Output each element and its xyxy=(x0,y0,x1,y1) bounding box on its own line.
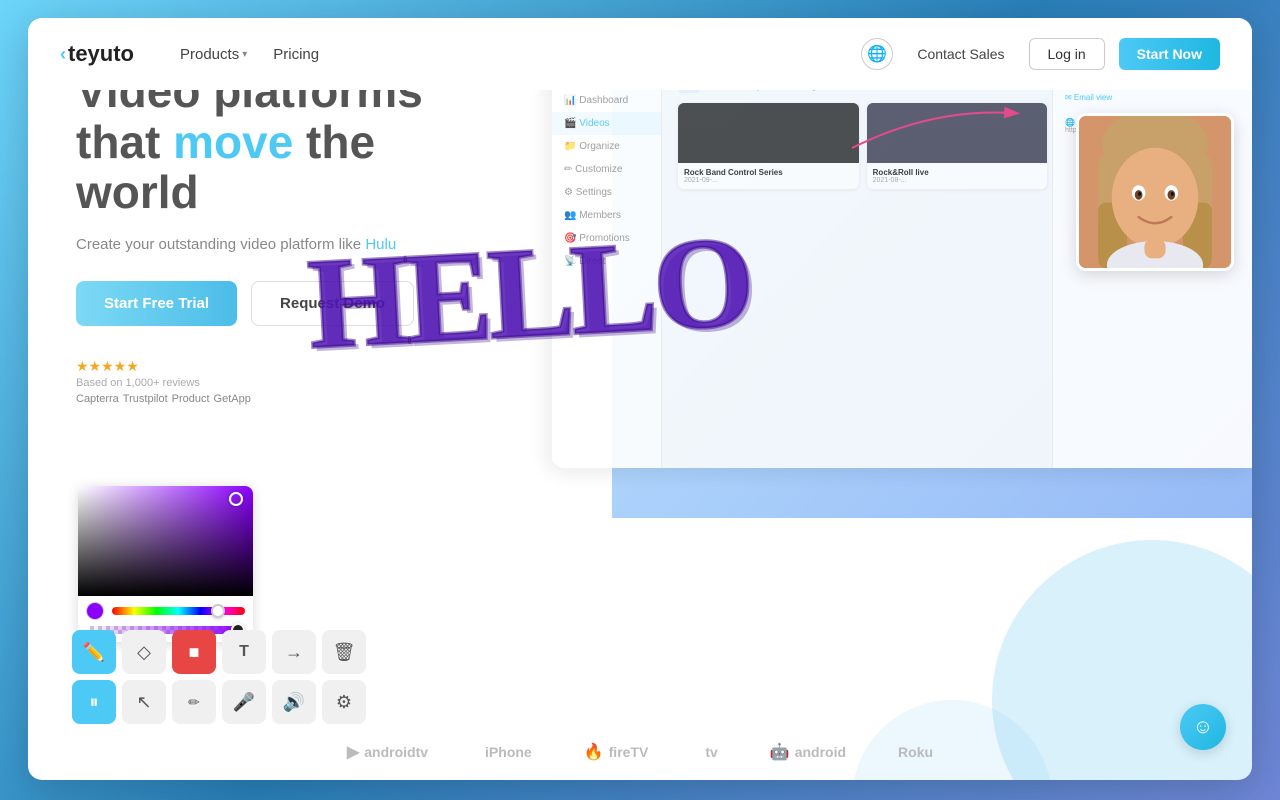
nav-products[interactable]: Products ▾ xyxy=(170,40,257,69)
dash-menu-organize: 📁 Organize xyxy=(552,135,661,158)
appletv-label: tv xyxy=(705,744,717,760)
brand-iphone: iPhone xyxy=(480,744,532,760)
nav-right: 🌐 Contact Sales Log in Start Now xyxy=(861,38,1220,70)
dash-card-sub-1: 2021-09-... xyxy=(684,177,853,184)
capterra-label: Capterra xyxy=(76,393,119,405)
globe-icon: 🌐 xyxy=(867,44,887,64)
brand-android: 🤖 android xyxy=(770,742,846,762)
request-demo-button[interactable]: Request Demo xyxy=(251,281,414,326)
pricing-label: Pricing xyxy=(273,46,319,63)
rating-base: Based on 1,000+ reviews xyxy=(76,377,251,389)
arrow-tool-button[interactable]: → xyxy=(272,630,316,674)
color-picker-dot[interactable] xyxy=(229,492,243,506)
dash-menu-dashboard: 📊 Dashboard xyxy=(552,89,661,112)
producthunt-label: Product xyxy=(172,393,210,405)
brand-androidtv: ▶ androidtv xyxy=(347,742,428,762)
toolbar: ✏️ ◇ ■ T → 🗑 ⏸ ↖ ✏ 🎤 🔊 ⚙ xyxy=(72,630,366,724)
title-the: the xyxy=(293,116,375,168)
delete-tool-button[interactable]: 🗑 xyxy=(322,630,366,674)
getapp-label: GetApp xyxy=(214,393,251,405)
brand-firetv: 🔥 fireTV xyxy=(584,742,649,762)
chat-bubble-button[interactable]: ☺ xyxy=(1180,704,1226,750)
nav-links: Products ▾ Pricing xyxy=(170,40,861,69)
dash-card-sub-2: 2021-08-... xyxy=(873,177,1042,184)
dash-card-1: Rock Band Control Series 2021-09-... xyxy=(678,103,859,189)
contact-sales-link[interactable]: Contact Sales xyxy=(907,40,1014,68)
products-label: Products xyxy=(180,46,239,63)
chevron-down-icon: ▾ xyxy=(242,49,247,60)
stars: ★★★★★ xyxy=(76,358,251,375)
hero-buttons: Start Free Trial Request Demo xyxy=(76,281,508,326)
dash-menu-direct: 📡 Direct xyxy=(552,250,661,273)
color-swatch[interactable] xyxy=(86,602,104,620)
firetv-icon: 🔥 xyxy=(584,742,604,762)
dash-menu-promotions: 🎯 Promotions xyxy=(552,227,661,250)
avatar-box xyxy=(1076,113,1234,271)
dash-card-info-1: Rock Band Control Series 2021-09-... xyxy=(678,163,859,189)
pen-tool-button[interactable]: ✏️ xyxy=(72,630,116,674)
subtitle-text: Create your outstanding video platform l… xyxy=(76,236,365,253)
dash-thumb-1 xyxy=(678,103,859,163)
androidtv-icon: ▶ xyxy=(347,742,359,762)
color-fill-button[interactable]: ■ xyxy=(172,630,216,674)
dash-menu-customize: ✏ Customize xyxy=(552,158,661,181)
brand-roku: Roku xyxy=(898,744,933,760)
footer-brands: ▶ androidtv iPhone 🔥 fireTV tv 🤖 android… xyxy=(28,742,1252,762)
color-hue-bar xyxy=(78,596,253,624)
eraser-tool-button[interactable]: ◇ xyxy=(122,630,166,674)
brand-appletv: tv xyxy=(700,744,717,760)
pause-button[interactable]: ⏸ xyxy=(72,680,116,724)
color-picker xyxy=(78,486,253,642)
hue-slider[interactable] xyxy=(112,607,245,615)
hulu-text: Hulu xyxy=(365,236,396,253)
trustpilot-label: Trustpilot xyxy=(123,393,168,405)
ratings-section: ★★★★★ Based on 1,000+ reviews Capterra T… xyxy=(76,358,508,405)
main-window: ‹ teyuto Products ▾ Pricing 🌐 Contact Sa… xyxy=(28,18,1252,780)
avatar-face xyxy=(1079,116,1231,268)
toolbar-row-1: ✏️ ◇ ■ T → 🗑 xyxy=(72,630,366,674)
title-move: move xyxy=(173,116,293,168)
toolbar-row-2: ⏸ ↖ ✏ 🎤 🔊 ⚙ xyxy=(72,680,366,724)
draw-tool-button[interactable]: ✏ xyxy=(172,680,216,724)
avatar-svg xyxy=(1079,116,1231,268)
globe-button[interactable]: 🌐 xyxy=(861,38,893,70)
nav-pricing[interactable]: Pricing xyxy=(263,40,329,69)
dash-menu-settings: ⚙ Settings xyxy=(552,181,661,204)
firetv-label: fireTV xyxy=(609,744,649,760)
rating-item-capterra: ★★★★★ Based on 1,000+ reviews Capterra T… xyxy=(76,358,251,405)
cursor-tool-button[interactable]: ↖ xyxy=(122,680,166,724)
android-label: android xyxy=(795,744,846,760)
title-that: that xyxy=(76,116,173,168)
iphone-label: iPhone xyxy=(485,744,532,760)
text-tool-button[interactable]: T xyxy=(222,630,266,674)
rating-source: Capterra Trustpilot Product GetApp xyxy=(76,393,251,405)
color-gradient[interactable] xyxy=(78,486,253,596)
logo-text: teyuto xyxy=(68,41,134,67)
chat-icon: ☺ xyxy=(1193,716,1213,739)
dash-menu-members: 👥 Members xyxy=(552,204,661,227)
mic-button[interactable]: 🎤 xyxy=(222,680,266,724)
settings-button[interactable]: ⚙ xyxy=(322,680,366,724)
logo[interactable]: ‹ teyuto xyxy=(60,41,134,67)
dash-thumb-2 xyxy=(867,103,1048,163)
android-icon: 🤖 xyxy=(770,742,790,762)
start-now-button[interactable]: Start Now xyxy=(1119,38,1220,70)
dash-sidebar: ‹ teyuto 📊 Dashboard 🎬 Videos 📁 Organize… xyxy=(552,38,662,468)
dash-card-info-2: Rock&Roll live 2021-08-... xyxy=(867,163,1048,189)
logo-chevron: ‹ xyxy=(60,44,66,65)
title-world: world xyxy=(76,166,199,218)
hue-thumb xyxy=(211,604,225,618)
hero-subtitle: Create your outstanding video platform l… xyxy=(76,236,508,253)
login-button[interactable]: Log in xyxy=(1029,38,1105,70)
start-free-trial-button[interactable]: Start Free Trial xyxy=(76,281,237,326)
dash-email-view[interactable]: ✉ Email view xyxy=(1065,93,1240,102)
sound-button[interactable]: 🔊 xyxy=(272,680,316,724)
navbar: ‹ teyuto Products ▾ Pricing 🌐 Contact Sa… xyxy=(28,18,1252,90)
roku-label: Roku xyxy=(898,744,933,760)
dash-card-title-1: Rock Band Control Series xyxy=(684,168,853,177)
dash-card-2: Rock&Roll live 2021-08-... xyxy=(867,103,1048,189)
dash-menu-videos: 🎬 Videos xyxy=(552,112,661,135)
androidtv-label: androidtv xyxy=(364,744,428,760)
dash-card-title-2: Rock&Roll live xyxy=(873,168,1042,177)
